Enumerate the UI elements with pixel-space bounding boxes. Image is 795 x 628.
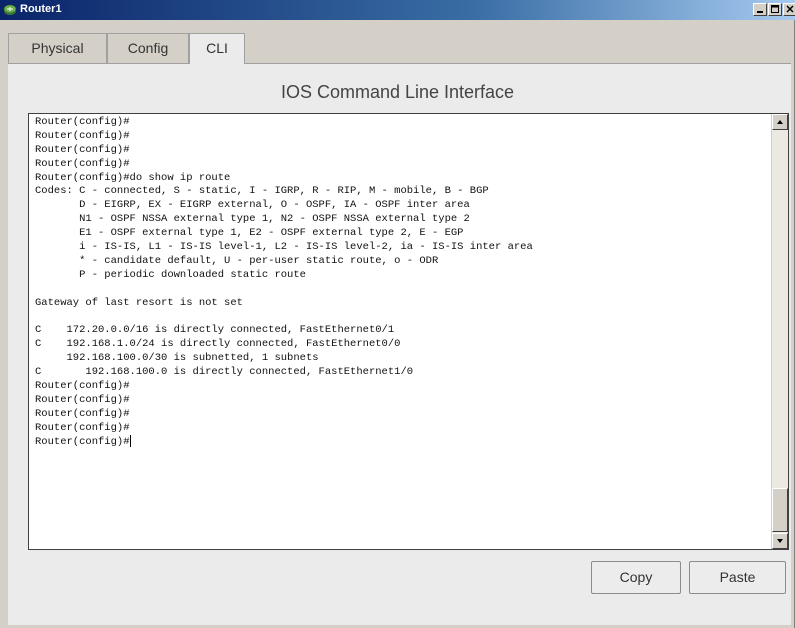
terminal-line: E1 - OSPF external type 1, E2 - OSPF ext…	[35, 227, 464, 240]
title-bar[interactable]: Router1	[0, 0, 795, 20]
terminal-line: Router(config)#	[35, 116, 130, 128]
cli-terminal[interactable]: Router(config)# Router(config)# Router(con…	[28, 113, 789, 550]
scroll-down-arrow-icon	[777, 539, 783, 543]
terminal-line: Router(config)#	[35, 143, 130, 156]
copy-button[interactable]: Copy	[591, 561, 681, 594]
terminal-output: Router(config)# Router(config)# Router(con…	[35, 116, 533, 449]
router-window: Router1 Physical Config CLI IOS Command …	[0, 0, 795, 628]
terminal-line: D - EIGRP, EX - EIGRP external, O - OSPF…	[35, 199, 470, 212]
terminal-line: Router(config)#	[35, 129, 130, 142]
terminal-line: Codes: C - connected, S - static, I - IG…	[35, 185, 489, 198]
terminal-scrollbar[interactable]	[771, 114, 788, 549]
scroll-up-button[interactable]	[772, 114, 788, 130]
minimize-icon	[757, 11, 763, 13]
minimize-button[interactable]	[753, 3, 767, 16]
terminal-line: * - candidate default, U - per-user stat…	[35, 254, 439, 267]
terminal-line: N1 - OSPF NSSA external type 1, N2 - OSP…	[35, 213, 470, 226]
close-button[interactable]	[783, 3, 795, 16]
terminal-line: Router(config)#do show ip route	[35, 171, 231, 184]
close-icon	[786, 5, 794, 13]
terminal-line: i - IS-IS, L1 - IS-IS level-1, L2 - IS-I…	[35, 241, 533, 254]
terminal-line: Router(config)#	[35, 157, 130, 170]
page-title: IOS Command Line Interface	[280, 82, 515, 102]
maximize-button[interactable]	[768, 3, 782, 16]
terminal-line: Router(config)#	[35, 379, 130, 392]
tab-physical[interactable]: Physical	[8, 33, 107, 63]
scroll-up-arrow-icon	[777, 120, 783, 124]
terminal-line: Router(config)#	[35, 421, 130, 434]
terminal-line: Router(config)#	[35, 407, 130, 420]
terminal-line: C 192.168.100.0 is directly connected, F…	[35, 366, 414, 379]
terminal-line: P - periodic downloaded static route	[35, 268, 306, 281]
terminal-line: C 172.20.0.0/16 is directly connected, F…	[35, 324, 395, 337]
window-title: Router1	[20, 3, 62, 15]
terminal-line: C 192.168.1.0/24 is directly connected, …	[35, 338, 401, 351]
text-cursor	[129, 435, 131, 448]
maximize-icon	[771, 5, 779, 13]
router-app-icon	[3, 3, 17, 17]
tab-cli[interactable]: CLI	[189, 33, 245, 64]
terminal-line: Router(config)#	[35, 435, 131, 449]
scroll-down-button[interactable]	[772, 533, 788, 549]
paste-button[interactable]: Paste	[689, 561, 786, 594]
terminal-line: 192.168.100.0/30 is subnetted, 1 subnets	[35, 352, 319, 365]
terminal-line: Router(config)#	[35, 393, 130, 406]
tab-config[interactable]: Config	[107, 33, 189, 63]
terminal-line: Gateway of last resort is not set	[35, 296, 243, 309]
scrollbar-thumb[interactable]	[772, 488, 788, 532]
